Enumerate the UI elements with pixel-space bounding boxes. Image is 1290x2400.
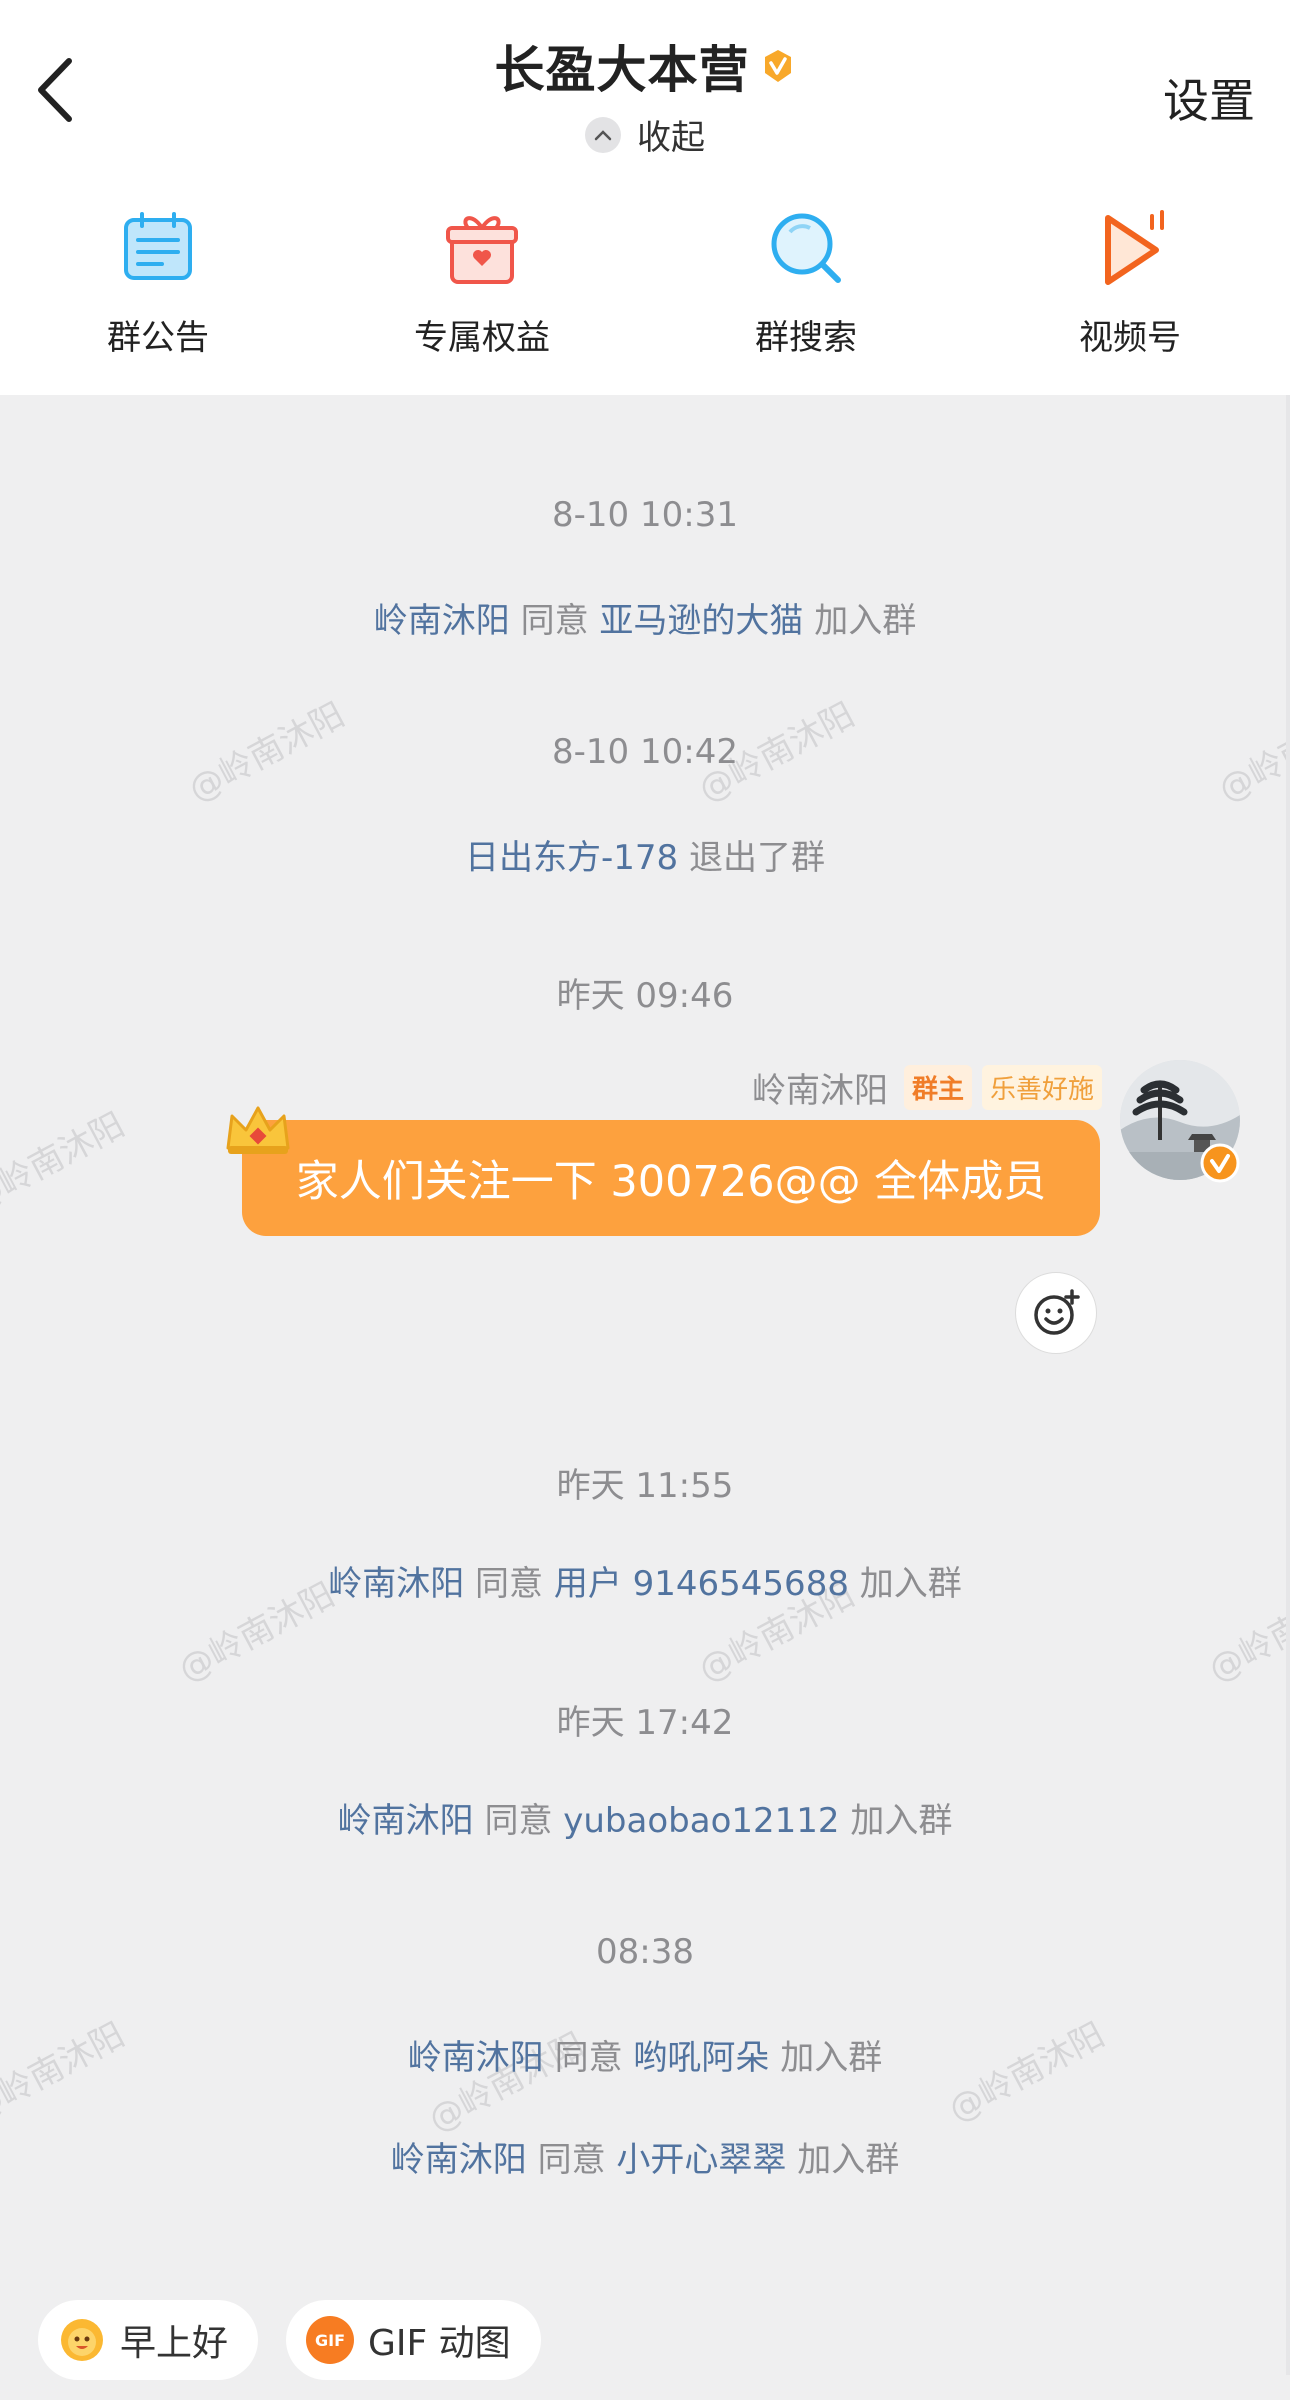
event-tail: 加入群 bbox=[780, 2038, 883, 2078]
timestamp: 8-10 10:31 bbox=[552, 495, 738, 535]
message-meta: 岭南沐阳 群主 乐善好施 bbox=[752, 1063, 1102, 1112]
group-title-text: 长盈大本营 bbox=[494, 41, 750, 99]
event-verb: 同意 bbox=[475, 1564, 544, 1604]
settings-button[interactable]: 设置 bbox=[1163, 65, 1255, 131]
fan-level-badge: 乐善好施 bbox=[981, 1065, 1102, 1110]
event-verb: 同意 bbox=[537, 2140, 606, 2180]
system-event: 岭南沐阳 同意 yubaobao12112 加入群 bbox=[0, 1793, 1290, 1842]
video-icon bbox=[1105, 209, 1164, 285]
member-link[interactable]: 小开心翠翠 bbox=[616, 2140, 786, 2180]
scrollbar[interactable] bbox=[1286, 395, 1290, 2375]
add-reaction-button[interactable] bbox=[1015, 1272, 1097, 1354]
system-event: 岭南沐阳 同意 用户 9146545688 加入群 bbox=[0, 1556, 1290, 1605]
verified-user-icon bbox=[1200, 1143, 1240, 1183]
event-tail: 退出了群 bbox=[688, 838, 825, 878]
system-event: 岭南沐阳 同意 亚马逊的大猫 加入群 bbox=[0, 593, 1290, 642]
chat-area[interactable]: @岭南沐阳 @岭南沐阳 @岭南沐阳 @岭南沐阳 @岭南沐阳 @岭南沐阳 @岭南沐… bbox=[0, 395, 1290, 2400]
quick-action-label: 视频号 bbox=[1079, 318, 1181, 358]
quick-action-label: 专属权益 bbox=[414, 318, 550, 358]
quick-action-search[interactable]: 群搜索 bbox=[686, 205, 926, 359]
event-verb: 同意 bbox=[520, 601, 589, 641]
gift-icon bbox=[446, 215, 518, 284]
quick-action-video[interactable]: 视频号 bbox=[1010, 205, 1250, 359]
member-link[interactable]: 日出东方-178 bbox=[465, 838, 678, 878]
quick-action-notice[interactable]: 群公告 bbox=[38, 205, 278, 359]
system-event: 日出东方-178 退出了群 bbox=[0, 830, 1290, 879]
group-title: 长盈大本营 bbox=[495, 30, 796, 102]
verified-icon bbox=[764, 50, 791, 82]
member-link[interactable]: 岭南沐阳 bbox=[408, 2038, 544, 2078]
event-verb: 同意 bbox=[484, 1801, 553, 1841]
member-link[interactable]: 岭南沐阳 bbox=[374, 601, 510, 641]
quick-action-label: 群公告 bbox=[107, 318, 209, 358]
event-tail: 加入群 bbox=[797, 2140, 900, 2180]
timestamp: 昨天 09:46 bbox=[556, 976, 734, 1016]
member-link[interactable]: yubaobao12112 bbox=[563, 1801, 839, 1841]
quick-reply-label: 早上好 bbox=[120, 2323, 229, 2364]
quick-action-label: 群搜索 bbox=[755, 318, 857, 358]
member-link[interactable]: 用户 9146545688 bbox=[554, 1564, 849, 1604]
event-tail: 加入群 bbox=[859, 1564, 962, 1604]
watermark: @岭南沐阳 bbox=[0, 1105, 132, 1221]
member-link[interactable]: 亚马逊的大猫 bbox=[599, 601, 803, 641]
collapse-label: 收起 bbox=[637, 118, 705, 158]
sender-name[interactable]: 岭南沐阳 bbox=[752, 1063, 888, 1112]
event-tail: 加入群 bbox=[850, 1801, 953, 1841]
title-area: 长盈大本营 收起 bbox=[0, 30, 1290, 159]
crown-icon bbox=[226, 1106, 290, 1154]
notice-icon bbox=[124, 211, 192, 280]
chevron-up-icon bbox=[585, 116, 621, 153]
gif-icon: GIF bbox=[306, 2316, 355, 2364]
collapse-toggle[interactable]: 收起 bbox=[585, 110, 705, 159]
timestamp: 昨天 11:55 bbox=[556, 1466, 734, 1506]
event-verb: 同意 bbox=[554, 2038, 623, 2078]
group-header: 长盈大本营 收起 设置 群公告 专属权益 群搜索 视频号 bbox=[0, 0, 1290, 395]
system-event: 岭南沐阳 同意 小开心翠翠 加入群 bbox=[0, 2132, 1290, 2181]
timestamp: 8-10 10:42 bbox=[552, 732, 738, 772]
search-icon bbox=[771, 213, 841, 283]
quick-reply-good-morning[interactable]: 早上好 bbox=[38, 2300, 259, 2380]
timestamp: 08:38 bbox=[596, 1932, 694, 1972]
quick-reply-label: GIF 动图 bbox=[368, 2323, 511, 2364]
owner-badge: 群主 bbox=[903, 1065, 972, 1110]
member-link[interactable]: 岭南沐阳 bbox=[328, 1564, 464, 1604]
emoji-add-icon bbox=[1034, 1289, 1080, 1335]
sun-emoji-icon bbox=[61, 2319, 103, 2361]
member-link[interactable]: 岭南沐阳 bbox=[391, 2140, 527, 2180]
message-text: 家人们关注一下 300726@@ 全体成员 bbox=[295, 1157, 1047, 1207]
event-tail: 加入群 bbox=[814, 601, 917, 641]
member-link[interactable]: 哟吼阿朵 bbox=[633, 2038, 769, 2078]
quick-reply-bar: 早上好 GIF GIF 动图 bbox=[38, 2300, 541, 2380]
quick-reply-gif[interactable]: GIF GIF 动图 bbox=[286, 2300, 541, 2380]
quick-action-benefits[interactable]: 专属权益 bbox=[362, 205, 602, 359]
timestamp: 昨天 17:42 bbox=[556, 1703, 734, 1743]
member-link[interactable]: 岭南沐阳 bbox=[338, 1801, 474, 1841]
message-bubble[interactable]: 家人们关注一下 300726@@ 全体成员 bbox=[242, 1120, 1100, 1236]
system-event: 岭南沐阳 同意 哟吼阿朵 加入群 bbox=[0, 2030, 1290, 2079]
